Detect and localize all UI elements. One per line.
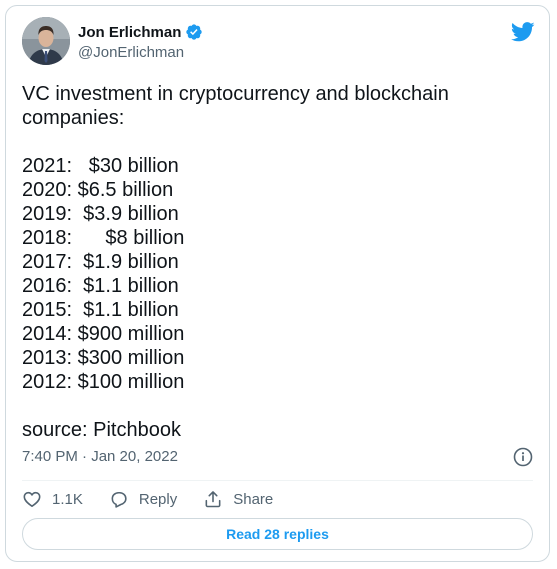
author-name-row: Jon Erlichman xyxy=(78,23,203,41)
avatar-image xyxy=(22,17,70,65)
tweet-line: 2020: $6.5 billion xyxy=(22,179,174,201)
like-button[interactable]: 1.1K xyxy=(22,489,83,509)
tweet-line: 2013: $300 million xyxy=(22,347,185,369)
tweet-line xyxy=(22,394,532,418)
like-count: 1.1K xyxy=(52,490,83,508)
tweet-line: 2015: $1.1 billion xyxy=(22,299,179,321)
tweet-line: 2018: $8 billion xyxy=(22,227,185,249)
reply-label: Reply xyxy=(138,490,178,508)
tweet-line: companies: xyxy=(22,107,125,129)
tweet-line: VC investment in cryptocurrency and bloc… xyxy=(22,83,449,105)
avatar[interactable] xyxy=(22,17,70,65)
tweet-timestamp[interactable]: 7:40 PM · Jan 20, 2022 xyxy=(22,448,178,465)
reply-icon xyxy=(111,491,127,508)
tweet-line: 2021: $30 billion xyxy=(22,155,179,177)
tweet-line: 2017: $1.9 billion xyxy=(22,251,179,273)
tweet-text: VC investment in cryptocurrency and bloc… xyxy=(22,82,532,442)
info-icon[interactable] xyxy=(513,447,533,467)
tweet-actions: 1.1K Reply Share xyxy=(22,488,273,510)
tweet-line: 2014: $900 million xyxy=(22,323,185,345)
share-label: Share xyxy=(233,490,274,508)
tweet-line: 2016: $1.1 billion xyxy=(22,275,179,297)
tweet-line: 2019: $3.9 billion xyxy=(22,203,179,225)
tweet-card: Jon Erlichman @JonErlichman VC investmen… xyxy=(5,5,550,562)
share-button[interactable]: Share xyxy=(203,489,273,509)
author-name[interactable]: Jon Erlichman xyxy=(78,24,181,41)
tweet-line: 2012: $100 million xyxy=(22,371,185,393)
author-handle[interactable]: @JonErlichman xyxy=(78,44,184,61)
verified-badge-icon xyxy=(185,23,203,41)
heart-icon xyxy=(23,491,41,507)
read-replies-button[interactable]: Read 28 replies xyxy=(22,518,533,550)
tweet-line: source: Pitchbook xyxy=(22,419,181,441)
divider xyxy=(22,480,533,481)
twitter-bird-icon[interactable] xyxy=(510,22,535,42)
tweet-line xyxy=(22,130,532,154)
reply-button[interactable]: Reply xyxy=(109,489,177,509)
share-icon xyxy=(205,491,221,508)
